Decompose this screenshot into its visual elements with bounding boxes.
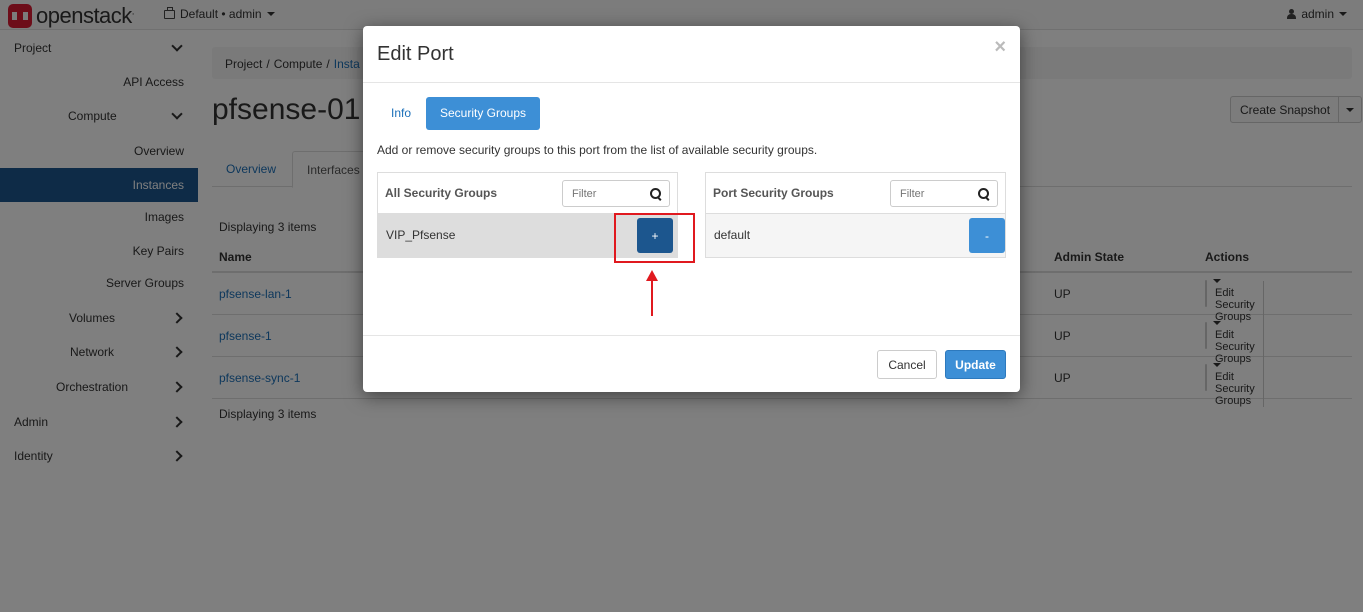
modal-footer: Cancel Update	[363, 335, 1020, 392]
panel-title: All Security Groups	[385, 186, 498, 200]
tab-info[interactable]: Info	[377, 97, 425, 130]
help-text: Add or remove security groups to this po…	[377, 143, 818, 157]
panel-title: Port Security Groups	[713, 186, 834, 200]
port-security-groups-panel: Port Security Groups default -	[705, 172, 1006, 258]
filter-field	[890, 180, 998, 207]
search-icon[interactable]	[978, 188, 989, 199]
highlight-annotation	[614, 213, 695, 263]
close-icon[interactable]: ×	[994, 36, 1006, 59]
modal-header: Edit Port ×	[363, 26, 1020, 83]
security-group-name: VIP_Pfsense	[386, 228, 456, 242]
search-icon[interactable]	[650, 188, 661, 199]
tab-security-groups[interactable]: Security Groups	[426, 97, 541, 130]
filter-field	[562, 180, 670, 207]
annotation-arrow-line	[651, 278, 653, 316]
panel-header: Port Security Groups	[706, 173, 1005, 214]
list-item: default -	[706, 214, 1005, 257]
update-button[interactable]: Update	[945, 350, 1006, 379]
modal-title: Edit Port	[377, 43, 454, 65]
panel-header: All Security Groups	[378, 173, 677, 214]
security-group-name: default	[714, 228, 751, 242]
cancel-button[interactable]: Cancel	[877, 350, 937, 379]
remove-security-group-button[interactable]: -	[969, 218, 1005, 253]
all-groups-filter-input[interactable]	[563, 181, 643, 206]
port-groups-filter-input[interactable]	[891, 181, 971, 206]
edit-port-modal: Edit Port × Info Security Groups Add or …	[363, 26, 1020, 392]
